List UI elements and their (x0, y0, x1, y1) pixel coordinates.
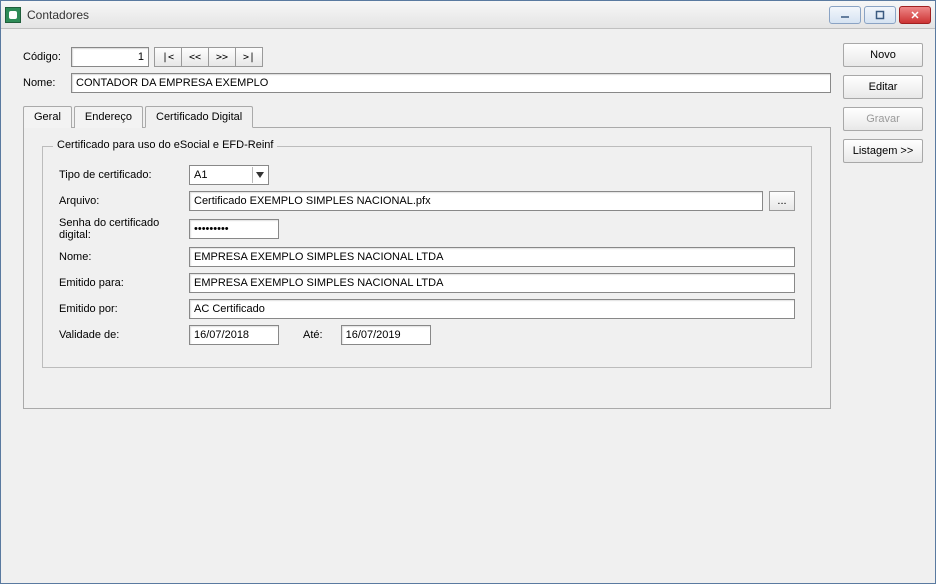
tabs: Geral Endereço Certificado Digital (23, 105, 831, 128)
validade-row: Validade de: Até: (59, 325, 795, 345)
senha-row: Senha do certificado digital: (59, 217, 795, 241)
tab-panel-certificado: Certificado para uso do eSocial e EFD-Re… (23, 128, 831, 409)
nome-row: Nome: (23, 73, 831, 93)
nav-prev-button[interactable]: << (181, 47, 209, 67)
arquivo-input[interactable] (189, 191, 763, 211)
emitido-para-row: Emitido para: (59, 273, 795, 293)
nome-label: Nome: (23, 77, 71, 89)
codigo-input[interactable] (71, 47, 149, 67)
cert-nome-label: Nome: (59, 251, 189, 263)
nav-last-button[interactable]: >| (235, 47, 263, 67)
cert-nome-input[interactable] (189, 247, 795, 267)
side-buttons: Novo Editar Gravar Listagem >> (843, 43, 923, 571)
close-icon (910, 10, 920, 20)
arquivo-label: Arquivo: (59, 195, 189, 207)
emitido-por-row: Emitido por: (59, 299, 795, 319)
app-icon (5, 7, 21, 23)
codigo-row: Código: |< << >> >| (23, 47, 831, 67)
groupbox-certificado: Certificado para uso do eSocial e EFD-Re… (42, 146, 812, 368)
minimize-button[interactable] (829, 6, 861, 24)
codigo-label: Código: (23, 51, 71, 63)
ate-label: Até: (303, 329, 323, 341)
tab-geral[interactable]: Geral (23, 106, 72, 128)
nav-next-button[interactable]: >> (208, 47, 236, 67)
validade-de-input[interactable] (189, 325, 279, 345)
main-panel: Código: |< << >> >| Nome: Geral Endere (23, 47, 831, 571)
tipo-label: Tipo de certificado: (59, 169, 189, 181)
tipo-value: A1 (194, 169, 207, 181)
emitido-para-label: Emitido para: (59, 277, 189, 289)
novo-button[interactable]: Novo (843, 43, 923, 67)
editar-button[interactable]: Editar (843, 75, 923, 99)
listagem-button[interactable]: Listagem >> (843, 139, 923, 163)
nome-input[interactable] (71, 73, 831, 93)
cert-nome-row: Nome: (59, 247, 795, 267)
record-nav: |< << >> >| (155, 47, 263, 67)
chevron-down-icon (252, 167, 266, 183)
emitido-para-input[interactable] (189, 273, 795, 293)
emitido-por-label: Emitido por: (59, 303, 189, 315)
window-controls (829, 6, 931, 24)
titlebar: Contadores (1, 1, 935, 29)
tipo-select[interactable]: A1 (189, 165, 269, 185)
validade-ate-input[interactable] (341, 325, 431, 345)
emitido-por-input[interactable] (189, 299, 795, 319)
tab-certificado-digital[interactable]: Certificado Digital (145, 106, 253, 128)
maximize-icon (875, 10, 885, 20)
nav-first-button[interactable]: |< (154, 47, 182, 67)
window-title: Contadores (27, 8, 829, 22)
groupbox-legend: Certificado para uso do eSocial e EFD-Re… (53, 139, 277, 151)
validade-label: Validade de: (59, 329, 189, 341)
close-button[interactable] (899, 6, 931, 24)
maximize-button[interactable] (864, 6, 896, 24)
content-area: Código: |< << >> >| Nome: Geral Endere (1, 29, 935, 583)
senha-label: Senha do certificado digital: (59, 217, 189, 241)
senha-input[interactable] (189, 219, 279, 239)
arquivo-row: Arquivo: ... (59, 191, 795, 211)
browse-button[interactable]: ... (769, 191, 795, 211)
codigo-wrap: |< << >> >| (71, 47, 263, 67)
tipo-row: Tipo de certificado: A1 (59, 165, 795, 185)
minimize-icon (840, 10, 850, 20)
app-window: Contadores Código: |< << (0, 0, 936, 584)
tab-endereco[interactable]: Endereço (74, 106, 143, 128)
gravar-button[interactable]: Gravar (843, 107, 923, 131)
